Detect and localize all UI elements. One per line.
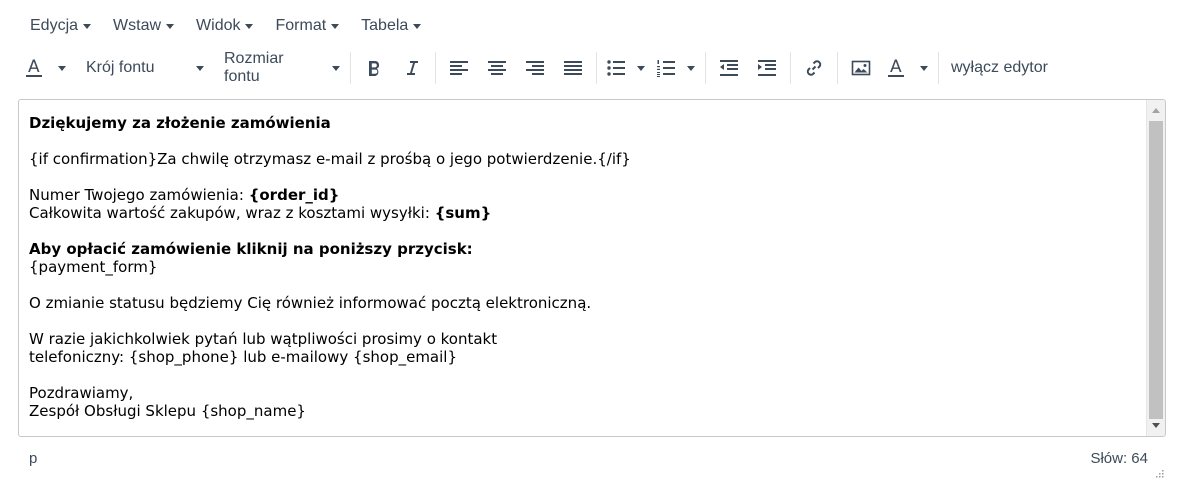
- editor-content[interactable]: Dziękujemy za złożenie zamówienia {if co…: [29, 114, 1139, 420]
- message-heading: Dziękujemy za złożenie zamówienia: [29, 114, 331, 132]
- menu-view[interactable]: Widok: [188, 8, 261, 44]
- editor-area[interactable]: Dziękujemy za złożenie zamówienia {if co…: [18, 99, 1166, 437]
- font-family-label: Krój fontu: [86, 59, 155, 76]
- payment-form-placeholder: {payment_form}: [29, 258, 158, 276]
- disable-editor-button[interactable]: wyłącz edytor: [943, 59, 1056, 77]
- text-color-icon[interactable]: A: [20, 51, 50, 85]
- toolbar-divider: [705, 52, 706, 84]
- chevron-down-icon[interactable]: [920, 65, 928, 71]
- status-info-line: O zmianie statusu będziemy Cię również i…: [29, 294, 592, 312]
- chevron-down-icon: [331, 23, 340, 29]
- numbered-list-icon[interactable]: [653, 51, 679, 85]
- menu-edit[interactable]: Edycja: [22, 8, 99, 44]
- svg-text:A: A: [890, 57, 902, 77]
- toolbar-divider: [435, 52, 436, 84]
- bold-icon[interactable]: [357, 51, 391, 85]
- chevron-down-icon: [245, 23, 254, 29]
- background-color-button[interactable]: A: [880, 51, 934, 85]
- menubar: Edycja Wstaw Widok Format Tabela: [22, 8, 435, 44]
- greeting-line: Pozdrawiamy,: [29, 384, 134, 402]
- toolbar-divider: [938, 52, 939, 84]
- italic-icon[interactable]: [395, 51, 429, 85]
- svg-text:A: A: [28, 57, 40, 77]
- text-color-button[interactable]: A: [18, 51, 72, 85]
- link-icon[interactable]: [797, 51, 831, 85]
- menu-table[interactable]: Tabela: [353, 8, 429, 44]
- toolbar-divider: [350, 52, 351, 84]
- chevron-down-icon: [83, 23, 92, 29]
- bullet-list-button[interactable]: [601, 51, 651, 85]
- align-right-icon[interactable]: [518, 51, 552, 85]
- confirmation-line: {if confirmation}Za chwilę otrzymasz e-m…: [29, 150, 631, 168]
- chevron-down-icon: [196, 65, 204, 71]
- menu-view-label: Widok: [196, 17, 241, 34]
- resize-handle-icon[interactable]: [1154, 465, 1164, 482]
- align-justify-icon[interactable]: [556, 51, 590, 85]
- align-left-icon[interactable]: [442, 51, 476, 85]
- scroll-up-arrow-icon[interactable]: [1152, 108, 1160, 113]
- element-path[interactable]: p: [29, 450, 37, 467]
- word-count: Słów: 64: [1090, 450, 1148, 467]
- vertical-scrollbar[interactable]: [1146, 100, 1165, 436]
- font-size-label: Rozmiar fontu: [224, 50, 284, 85]
- chevron-down-icon[interactable]: [58, 65, 66, 71]
- contact-line-2: telefoniczny: {shop_phone} lub e-mailowy…: [29, 348, 457, 366]
- indent-icon[interactable]: [750, 51, 784, 85]
- toolbar-divider: [790, 52, 791, 84]
- font-size-select[interactable]: Rozmiar fontu: [218, 50, 346, 85]
- chevron-down-icon[interactable]: [637, 65, 645, 71]
- signature-line: Zespół Obsługi Sklepu {shop_name}: [29, 402, 306, 420]
- menu-format[interactable]: Format: [267, 8, 347, 44]
- toolbar-divider: [596, 52, 597, 84]
- payment-heading: Aby opłacić zamówienie kliknij na poniżs…: [29, 240, 473, 258]
- font-family-select[interactable]: Krój fontu: [80, 51, 210, 85]
- chevron-down-icon: [332, 65, 340, 71]
- align-center-icon[interactable]: [480, 51, 514, 85]
- image-icon[interactable]: [844, 51, 878, 85]
- toolbar: A Krój fontu Rozmiar fontu A wyłącz edyt…: [18, 46, 1178, 90]
- toolbar-divider: [837, 52, 838, 84]
- scrollbar-thumb[interactable]: [1149, 121, 1163, 419]
- sum-line: Całkowita wartość zakupów, wraz z koszta…: [29, 204, 1139, 222]
- scroll-down-arrow-icon[interactable]: [1152, 423, 1160, 428]
- menu-edit-label: Edycja: [30, 17, 79, 34]
- chevron-down-icon: [413, 23, 422, 29]
- chevron-down-icon: [166, 23, 175, 29]
- menu-insert-label: Wstaw: [113, 17, 162, 34]
- sum-label: Całkowita wartość zakupów, wraz z koszta…: [29, 204, 435, 222]
- numbered-list-button[interactable]: [651, 51, 701, 85]
- menu-format-label: Format: [275, 17, 327, 34]
- sum-placeholder: {sum}: [434, 204, 492, 222]
- order-label: Numer Twojego zamówienia:: [29, 186, 249, 204]
- order-id-placeholder: {order_id}: [248, 186, 340, 204]
- contact-line-1: W razie jakichkolwiek pytań lub wątpliwo…: [29, 330, 498, 348]
- chevron-down-icon[interactable]: [687, 65, 695, 71]
- bullet-list-icon[interactable]: [603, 51, 629, 85]
- outdent-icon[interactable]: [712, 51, 746, 85]
- menu-table-label: Tabela: [361, 17, 409, 34]
- background-color-icon[interactable]: A: [882, 51, 912, 85]
- order-line: Numer Twojego zamówienia: {order_id}: [29, 186, 1139, 204]
- status-bar: p Słów: 64: [18, 448, 1166, 478]
- menu-insert[interactable]: Wstaw: [105, 8, 182, 44]
